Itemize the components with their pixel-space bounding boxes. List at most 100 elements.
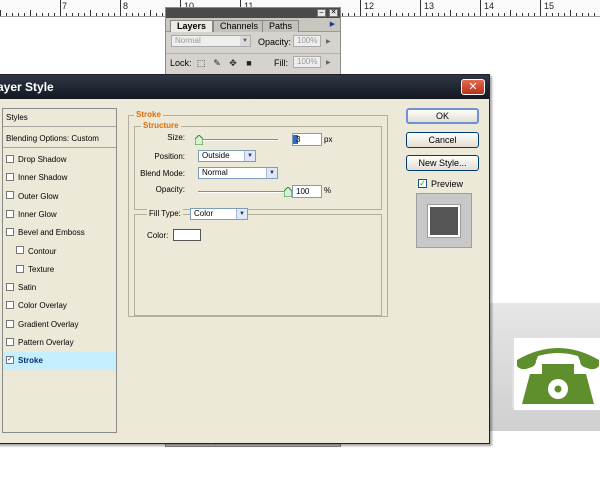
ruler-tick <box>564 13 565 16</box>
style-checkbox[interactable] <box>6 154 14 163</box>
ruler-tick <box>432 13 433 16</box>
chevron-down-icon: ▼ <box>240 36 250 46</box>
ruler-number: 7 <box>62 1 68 11</box>
layers-panel-tabs: Layers Channels Paths ▶ <box>166 18 340 32</box>
ruler-tick <box>78 13 79 16</box>
styles-list-item[interactable]: Satin <box>3 279 116 297</box>
ruler-tick <box>126 13 127 16</box>
layers-panel-titlebar: – ✕ <box>166 8 340 18</box>
styles-list-item[interactable]: Pattern Overlay <box>3 334 116 352</box>
style-label: Drop Shadow <box>18 155 67 164</box>
layer-opacity-input[interactable]: 100% <box>293 35 321 47</box>
opacity-slider[interactable] <box>198 191 288 193</box>
ruler-tick <box>492 13 493 16</box>
size-input[interactable]: 3 <box>292 133 322 146</box>
styles-list-item[interactable]: Outer Glow <box>3 188 116 206</box>
cancel-button[interactable]: Cancel <box>406 132 479 148</box>
style-checkbox[interactable] <box>6 282 14 291</box>
layer-blend-mode-value: Normal <box>175 36 201 45</box>
tab-layers[interactable]: Layers <box>170 20 214 32</box>
style-checkbox[interactable] <box>6 319 14 328</box>
chevron-right-icon[interactable]: ▶ <box>326 38 331 45</box>
style-checkbox[interactable] <box>6 173 14 182</box>
ruler-tick <box>114 13 115 16</box>
style-checkbox[interactable] <box>16 264 24 273</box>
ruler-tick <box>372 13 373 16</box>
ruler-tick <box>54 13 55 16</box>
lock-move-icon[interactable]: ✥ <box>228 58 238 68</box>
styles-list-item[interactable]: Inner Glow <box>3 206 116 224</box>
chevron-right-icon[interactable]: ▶ <box>326 59 331 66</box>
styles-list-item[interactable]: Styles <box>3 109 116 127</box>
style-label: Styles <box>6 113 28 122</box>
ruler-tick <box>462 13 463 16</box>
tab-paths[interactable]: Paths <box>262 20 300 32</box>
panel-menu-icon[interactable]: ▶ <box>328 20 337 29</box>
ruler-number: 8 <box>123 1 129 11</box>
style-label: Satin <box>18 283 37 293</box>
ok-button[interactable]: OK <box>406 108 479 124</box>
ruler-tick <box>36 13 37 16</box>
style-checkbox[interactable] <box>6 301 14 310</box>
styles-list-item[interactable]: ✓ Stroke <box>3 352 116 371</box>
ruler-tick <box>90 10 91 16</box>
styles-list-item[interactable]: Contour <box>3 243 116 261</box>
ruler-tick <box>144 13 145 16</box>
ruler-tick <box>540 0 541 16</box>
ruler-tick <box>378 13 379 16</box>
close-button[interactable]: ✕ <box>461 79 485 95</box>
ruler-tick <box>18 13 19 16</box>
style-checkbox[interactable] <box>6 228 14 237</box>
opacity-label: Opacity: <box>155 185 185 194</box>
styles-list-item[interactable]: Color Overlay <box>3 297 116 315</box>
styles-list-item[interactable]: Inner Shadow <box>3 169 116 187</box>
tab-channels[interactable]: Channels <box>213 20 266 32</box>
style-label: Contour <box>28 246 57 256</box>
style-label: Stroke <box>18 356 43 366</box>
position-value: Outside <box>202 151 230 160</box>
styles-list-item[interactable]: Gradient Overlay <box>3 316 116 334</box>
style-checkbox[interactable] <box>6 191 14 200</box>
lock-all-icon[interactable]: ■ <box>244 58 254 68</box>
styles-list-item[interactable]: Texture <box>3 261 116 279</box>
ruler-tick <box>402 13 403 16</box>
style-checkbox[interactable] <box>6 209 14 218</box>
ruler-tick <box>42 13 43 16</box>
position-select[interactable]: Outside ▼ <box>198 150 256 162</box>
style-label: Bevel and Emboss <box>18 228 85 238</box>
opacity-input[interactable]: 100 <box>292 185 322 198</box>
style-label: Color Overlay <box>18 301 67 311</box>
lock-brush-icon[interactable]: ✎ <box>212 58 222 68</box>
ruler-tick <box>96 13 97 16</box>
new-style-button[interactable]: New Style... <box>406 155 479 171</box>
ruler-number: 14 <box>484 1 495 11</box>
size-slider-thumb[interactable] <box>194 135 203 145</box>
size-slider[interactable] <box>198 139 278 141</box>
opacity-slider-thumb[interactable] <box>284 187 292 197</box>
preview-checkbox[interactable]: ✓ <box>418 179 427 188</box>
minimize-icon[interactable]: – <box>317 9 326 17</box>
dialog-title: ayer Style <box>0 80 54 94</box>
phone-tile <box>512 336 600 410</box>
dialog-titlebar[interactable]: ayer Style ✕ <box>0 75 489 99</box>
ruler-tick <box>414 13 415 16</box>
close-icon[interactable]: ✕ <box>329 9 338 17</box>
layer-blend-mode-select[interactable]: Normal ▼ <box>171 35 251 47</box>
styles-list-item[interactable]: Blending Options: Custom <box>3 130 116 148</box>
stroke-group-title: Stroke <box>134 110 163 119</box>
ruler-tick <box>546 13 547 16</box>
ruler-tick <box>594 13 595 16</box>
style-checkbox[interactable] <box>16 246 24 255</box>
layer-fill-input[interactable]: 100% <box>293 56 321 68</box>
style-checkbox[interactable]: ✓ <box>6 356 14 365</box>
styles-list-item[interactable]: Drop Shadow <box>3 151 116 169</box>
style-checkbox[interactable] <box>6 337 14 346</box>
fill-type-value: Color <box>194 209 214 218</box>
fill-type-select[interactable]: Color ▼ <box>190 208 248 220</box>
blend-mode-label: Blend Mode: <box>140 169 185 178</box>
lock-transparency-icon[interactable]: ⬚ <box>196 58 206 68</box>
size-value: 3 <box>296 135 301 144</box>
styles-list-item[interactable]: Bevel and Emboss <box>3 224 116 242</box>
stroke-color-swatch[interactable] <box>173 229 201 241</box>
blend-mode-select[interactable]: Normal ▼ <box>198 167 278 179</box>
